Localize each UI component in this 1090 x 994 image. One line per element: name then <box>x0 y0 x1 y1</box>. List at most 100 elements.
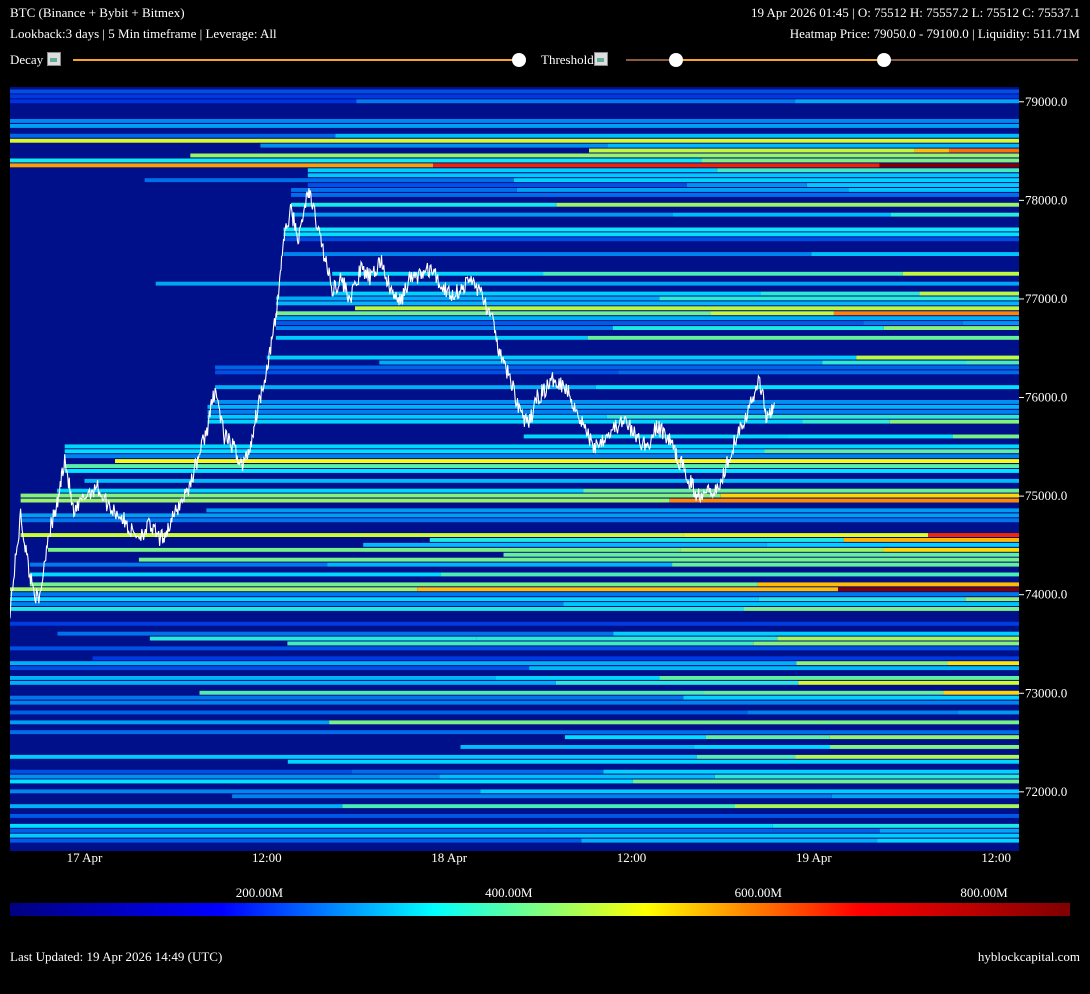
liquidity-band <box>672 212 891 217</box>
liquidity-band <box>10 646 1019 651</box>
liquidity-band <box>595 385 1019 390</box>
liquidity-band <box>686 183 807 187</box>
liquidity-band <box>919 291 1019 296</box>
liquidity-band <box>275 311 711 316</box>
liquidity-band <box>914 148 949 153</box>
liquidity-band <box>513 178 1019 183</box>
liquidity-band <box>720 493 1019 498</box>
liquidity-band <box>10 789 481 794</box>
y-tick-label: 76000.0 <box>1025 390 1067 405</box>
liquidity-band <box>207 404 1019 409</box>
liquidity-band <box>291 188 517 192</box>
liquidity-band <box>10 730 1019 735</box>
liquidity-band <box>772 823 1019 828</box>
liquidity-band <box>760 291 920 296</box>
liquidity-band <box>583 488 1019 493</box>
liquidity-band <box>433 163 880 168</box>
liquidity-band <box>503 552 1019 557</box>
liquidity-band <box>758 597 966 602</box>
liquidity-band <box>199 690 705 695</box>
liquidity-band <box>64 454 1019 459</box>
liquidity-band <box>10 720 330 725</box>
liquidity-band <box>777 636 1019 641</box>
x-tick-label: 18 Apr <box>431 850 467 865</box>
liquidity-band <box>275 301 1019 306</box>
liquidity-band <box>20 493 721 498</box>
liquidity-band <box>64 444 1019 449</box>
liquidity-band <box>20 513 1019 518</box>
liquidity-band <box>327 562 673 567</box>
liquidity-band <box>902 271 1019 276</box>
x-tick-label: 12:00 <box>252 850 282 865</box>
colorbar: 200.00M 400.00M 600.00M 800.00M <box>10 885 1070 916</box>
liquidity-band <box>10 823 773 828</box>
liquidity-band <box>795 754 1019 759</box>
liquidity-band <box>669 498 1019 503</box>
liquidity-band <box>10 158 702 163</box>
liquidity-band <box>232 794 832 799</box>
liquidity-band <box>329 720 1019 725</box>
x-tick-label: 17 Apr <box>67 850 103 865</box>
y-tick-label: 77000.0 <box>1025 291 1067 306</box>
liquidity-band <box>363 542 767 547</box>
liquidity-band <box>705 735 830 740</box>
x-tick-label: 12:00 <box>981 850 1011 865</box>
liquidity-band <box>48 547 681 552</box>
liquidity-band <box>555 680 799 685</box>
liquidity-band <box>948 661 1019 666</box>
liquidity-band <box>439 774 715 779</box>
liquidity-band <box>962 321 1019 325</box>
liquidity-band <box>441 572 1019 577</box>
liquidity-band <box>260 143 608 148</box>
liquidity-band <box>517 188 849 192</box>
liquidity-band <box>476 636 778 641</box>
last-updated: Last Updated: 19 Apr 2026 14:49 (UTC) <box>10 949 223 964</box>
y-axis: 72000.0 73000.0 74000.0 75000.0 76000.0 77000… <box>1019 94 1067 799</box>
liquidity-band <box>928 533 1019 537</box>
liquidity-band <box>275 326 613 330</box>
liquidity-band <box>543 271 903 276</box>
liquidity-band <box>848 188 1019 192</box>
liquidity-band <box>291 212 673 217</box>
liquidity-band <box>10 676 496 680</box>
liquidity-band <box>10 828 549 833</box>
liquidity-band <box>753 641 1019 646</box>
colorbar-tick-label: 800.00M <box>960 885 1008 900</box>
liquidity-band <box>10 138 1019 143</box>
liquidity-band <box>10 680 556 685</box>
liquidity-band <box>618 370 1019 375</box>
liquidity-band <box>613 631 1019 636</box>
liquidity-band <box>659 296 1019 301</box>
y-tick-label: 73000.0 <box>1025 685 1067 700</box>
liquidity-band <box>890 212 1019 217</box>
liquidity-band <box>215 370 619 375</box>
site-link[interactable]: hyblockcapital.com <box>978 949 1080 965</box>
liquidity-band <box>672 562 1019 567</box>
liquidity-band <box>714 774 1019 779</box>
liquidity-band <box>680 547 884 552</box>
liquidity-band <box>10 833 1019 838</box>
colorbar-tick-label: 600.00M <box>735 885 783 900</box>
liquidity-band <box>57 488 584 493</box>
liquidity-band <box>10 774 440 779</box>
liquidity-band <box>29 562 328 567</box>
liquidity-band <box>190 153 1019 158</box>
liquidity-band <box>20 498 670 503</box>
colorbar-tick-label: 400.00M <box>485 885 533 900</box>
liquidity-band <box>612 326 884 330</box>
liquidity-band <box>735 804 1019 809</box>
liquidity-band <box>215 400 1019 404</box>
liquidity-band <box>764 449 1019 454</box>
liquidity-band <box>379 360 823 365</box>
liquidity-band <box>603 769 1019 774</box>
liquidity-band <box>953 434 1019 439</box>
y-tick-label: 75000.0 <box>1025 488 1067 503</box>
liquidity-band <box>64 469 1019 473</box>
liquidity-band <box>10 587 418 592</box>
liquidity-band <box>64 449 765 454</box>
liquidity-band <box>275 316 1019 321</box>
liquidity-band <box>966 360 1019 365</box>
liquidity-band <box>943 690 1019 695</box>
liquidity-band <box>711 311 834 316</box>
liquidity-band <box>747 710 959 715</box>
